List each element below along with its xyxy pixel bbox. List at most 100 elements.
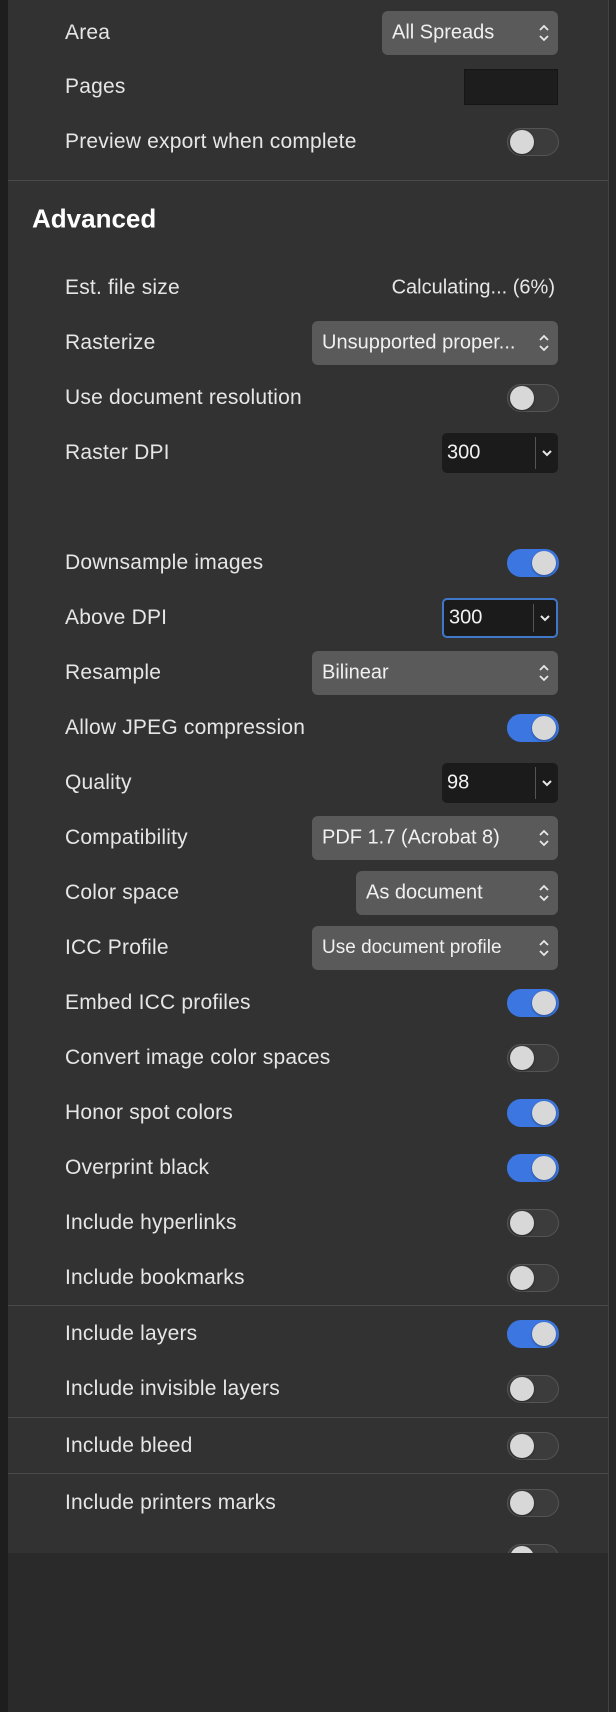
- resample-select-value: Bilinear: [322, 661, 389, 684]
- rasterize-select[interactable]: Unsupported proper...: [312, 321, 558, 365]
- area-row: Area All Spreads: [8, 8, 608, 58]
- include-printers-marks-label: Include printers marks: [65, 1491, 276, 1514]
- include-hyperlinks-label: Include hyperlinks: [65, 1211, 237, 1234]
- resample-select[interactable]: Bilinear: [312, 651, 558, 695]
- convert-image-cs-toggle[interactable]: [507, 1044, 559, 1072]
- use-doc-resolution-row: Use document resolution: [8, 373, 608, 423]
- include-printers-marks-row: Include printers marks: [8, 1478, 608, 1528]
- color-space-label: Color space: [65, 881, 180, 904]
- above-dpi-combo[interactable]: 300: [442, 598, 558, 638]
- include-hyperlinks-toggle[interactable]: [507, 1209, 559, 1237]
- include-bleed-label: Include bleed: [65, 1434, 193, 1457]
- include-printers-marks-toggle[interactable]: [507, 1489, 559, 1517]
- area-select[interactable]: All Spreads: [382, 11, 558, 55]
- panel-scroll-edge: [608, 0, 616, 1712]
- area-label: Area: [65, 21, 111, 44]
- include-invisible-layers-row: Include invisible layers: [8, 1364, 608, 1414]
- combo-divider: [535, 767, 536, 799]
- compatibility-label: Compatibility: [65, 826, 188, 849]
- include-bookmarks-label: Include bookmarks: [65, 1266, 245, 1289]
- area-select-value: All Spreads: [392, 21, 495, 44]
- above-dpi-row: Above DPI 300: [8, 593, 608, 643]
- combo-divider: [533, 604, 534, 632]
- rasterize-select-value: Unsupported proper...: [322, 331, 516, 354]
- embed-icc-row: Embed ICC profiles: [8, 978, 608, 1028]
- color-space-row: Color space As document: [8, 868, 608, 918]
- icc-profile-row: ICC Profile Use document profile: [8, 923, 608, 973]
- include-invisible-layers-toggle[interactable]: [507, 1375, 559, 1403]
- panel-footer: [8, 1553, 608, 1712]
- color-space-select-value: As document: [366, 881, 483, 904]
- honor-spot-toggle[interactable]: [507, 1099, 559, 1127]
- convert-image-cs-row: Convert image color spaces: [8, 1033, 608, 1083]
- honor-spot-row: Honor spot colors: [8, 1088, 608, 1138]
- chevron-down-icon[interactable]: [541, 448, 553, 458]
- updown-arrows-icon: [539, 24, 549, 42]
- quality-combo[interactable]: 98: [442, 763, 558, 803]
- toggle-knob: [532, 1156, 556, 1180]
- icc-profile-select-value: Use document profile: [322, 937, 502, 958]
- updown-arrows-icon: [539, 829, 549, 847]
- pages-label-text: Pages: [65, 75, 126, 98]
- resample-row: Resample Bilinear: [8, 648, 608, 698]
- compatibility-row: Compatibility PDF 1.7 (Acrobat 8): [8, 813, 608, 863]
- use-doc-resolution-toggle[interactable]: [507, 384, 559, 412]
- icc-profile-label: ICC Profile: [65, 936, 169, 959]
- quality-label: Quality: [65, 771, 132, 794]
- section-divider: [8, 1473, 608, 1474]
- raster-dpi-label: Raster DPI: [65, 441, 170, 464]
- section-divider: [8, 180, 608, 181]
- pages-row: Area Pages: [8, 62, 608, 112]
- toggle-knob: [532, 1101, 556, 1125]
- use-doc-resolution-label: Use document resolution: [65, 386, 302, 409]
- include-bookmarks-toggle[interactable]: [507, 1264, 559, 1292]
- embed-icc-toggle[interactable]: [507, 989, 559, 1017]
- allow-jpeg-label: Allow JPEG compression: [65, 716, 306, 739]
- quality-value: 98: [447, 771, 470, 794]
- compatibility-select[interactable]: PDF 1.7 (Acrobat 8): [312, 816, 558, 860]
- updown-arrows-icon: [539, 334, 549, 352]
- toggle-knob: [510, 1046, 534, 1070]
- above-dpi-label: Above DPI: [65, 606, 168, 629]
- toggle-knob: [510, 1266, 534, 1290]
- icc-profile-select[interactable]: Use document profile: [312, 926, 558, 970]
- toggle-knob: [532, 1322, 556, 1346]
- include-bookmarks-row: Include bookmarks: [8, 1253, 608, 1303]
- preview-export-label: Preview export when complete: [65, 130, 357, 153]
- export-settings-panel: Area All Spreads Area Pages Preview expo…: [8, 0, 608, 1712]
- color-space-select[interactable]: As document: [356, 871, 558, 915]
- include-layers-label: Include layers: [65, 1322, 198, 1345]
- toggle-knob: [532, 991, 556, 1015]
- toggle-knob: [532, 716, 556, 740]
- toggle-knob: [510, 1491, 534, 1515]
- chevron-down-icon[interactable]: [541, 778, 553, 788]
- allow-jpeg-row: Allow JPEG compression: [8, 703, 608, 753]
- updown-arrows-icon: [539, 884, 549, 902]
- est-file-size-value: Calculating... (6%): [391, 276, 555, 299]
- downsample-images-toggle[interactable]: [507, 549, 559, 577]
- preview-export-toggle[interactable]: [507, 128, 559, 156]
- include-bleed-toggle[interactable]: [507, 1432, 559, 1460]
- resample-label: Resample: [65, 661, 162, 684]
- include-invisible-layers-label: Include invisible layers: [65, 1377, 280, 1400]
- est-file-size-row: Est. file size Calculating... (6%): [8, 263, 608, 313]
- raster-dpi-combo[interactable]: 300: [442, 433, 558, 473]
- above-dpi-value: 300: [449, 606, 483, 629]
- include-hyperlinks-row: Include hyperlinks: [8, 1198, 608, 1248]
- rasterize-label: Rasterize: [65, 331, 156, 354]
- overprint-black-toggle[interactable]: [507, 1154, 559, 1182]
- include-layers-row: Include layers: [8, 1309, 608, 1359]
- toggle-knob: [532, 551, 556, 575]
- chevron-down-icon[interactable]: [539, 613, 551, 623]
- include-layers-toggle[interactable]: [507, 1320, 559, 1348]
- toggle-knob: [510, 386, 534, 410]
- allow-jpeg-toggle[interactable]: [507, 714, 559, 742]
- combo-divider: [535, 437, 536, 469]
- honor-spot-label: Honor spot colors: [65, 1101, 233, 1124]
- compatibility-select-value: PDF 1.7 (Acrobat 8): [322, 826, 500, 849]
- quality-row: Quality 98: [8, 758, 608, 808]
- updown-arrows-icon: [539, 939, 549, 957]
- overprint-black-label: Overprint black: [65, 1156, 210, 1179]
- pages-input[interactable]: [464, 69, 558, 105]
- section-divider: [8, 1305, 608, 1306]
